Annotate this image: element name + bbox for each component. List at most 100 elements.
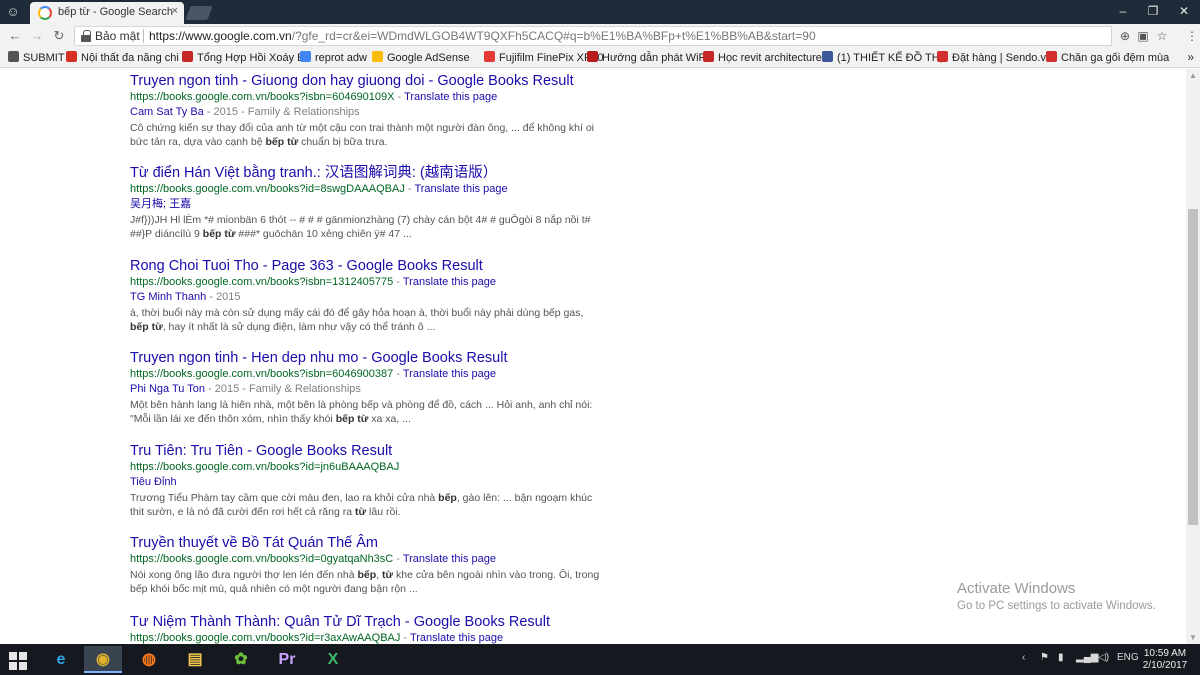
excel-icon[interactable]: X [314,646,352,673]
scroll-thumb[interactable] [1188,209,1198,525]
menu-icon[interactable]: ⋮ [1185,29,1199,43]
result-separator: - [393,553,403,565]
result-author-link[interactable]: TG Minh Thanh [130,291,206,303]
bookmark-item[interactable]: Học revit architecture [703,51,822,65]
tray-chevron-icon[interactable]: ‹ [1022,652,1025,663]
tab-close-icon[interactable]: × [172,5,178,17]
more-bookmarks-icon[interactable]: » [1187,50,1194,64]
location-icon[interactable]: ⊕ [1118,29,1132,43]
profile-icon[interactable]: ☺ [4,4,22,20]
firefox-icon[interactable]: ◍ [130,646,168,673]
translate-page-link[interactable]: Translate this page [403,553,496,565]
premiere-icon[interactable]: Pr [268,646,306,673]
secure-label: Bảo mật [95,29,140,43]
result-author-link[interactable]: Phi Nga Tu Ton [130,383,205,395]
bookmark-favicon-icon [66,51,77,62]
result-url: https://books.google.com.vn/books?id=jn6… [130,461,400,473]
bookmark-item[interactable]: SUBMIT [8,51,65,65]
bookmark-item[interactable]: Google AdSense [372,51,470,65]
result-snippet: Nói xong ông lão đưa người thợ len lén đ… [130,568,600,596]
result-url: https://books.google.com.vn/books?isbn=6… [130,91,395,103]
result-author-link[interactable]: 吴月梅; 王嘉 [130,198,191,210]
result-title-link[interactable]: Tư Niệm Thành Thành: Quân Tử Dĩ Trạch - … [130,613,610,631]
bookmark-label: Đặt hàng | Sendo.vn [952,52,1053,64]
translate-page-link[interactable]: Translate this page [414,183,507,195]
minimize-button[interactable]: – [1108,0,1138,22]
result-title-link[interactable]: Tru Tiên: Tru Tiên - Google Books Result [130,442,610,460]
scroll-down-icon[interactable]: ▼ [1189,633,1197,642]
bookmark-item[interactable]: (1) THIẾT KẾ ĐỒ THỊ [822,51,943,65]
language-indicator[interactable]: ENG [1117,652,1139,663]
network-icon[interactable]: ▂▄▆ [1076,652,1098,663]
bookmark-item[interactable]: Fujifilm FinePix XP90 [484,51,604,65]
result-meta-text: - 2015 - Family & Relationships [205,383,361,395]
result-snippet: à, thời buổi này mà còn sử dụng mấy cái … [130,306,600,334]
snippet-text: chuẩn bị bữa trưa. [298,136,388,148]
result-url: https://books.google.com.vn/books?id=0gy… [130,553,394,565]
translate-page-link[interactable]: Translate this page [403,276,496,288]
search-result: Truyen ngon tinh - Hen dep nhu mo - Goog… [130,349,610,426]
lock-icon [81,30,91,42]
bookmark-label: Chăn ga gối đệm mùa [1061,52,1170,64]
result-separator: - [393,368,403,380]
snippet-text: xa xa, ... [368,413,411,425]
address-url[interactable]: https://www.google.com.vn/?gfe_rd=cr&ei=… [149,29,816,43]
bookmark-item[interactable]: Tổng Hợp Hồi Xoáy E [182,51,305,65]
vertical-scrollbar[interactable]: ▲ ▼ [1186,69,1200,644]
bookmark-item[interactable]: reprot adw [300,51,367,65]
bookmark-item[interactable]: Hướng dẫn phát WiFi [587,51,708,65]
maximize-button[interactable]: ❐ [1138,0,1168,22]
bookmark-item[interactable]: Đặt hàng | Sendo.vn [937,51,1052,65]
snippet-text: , hay ít nhất là sử dụng điện, làm như v… [162,321,436,333]
url-divider [143,29,144,43]
clock-time: 10:59 AM [1143,648,1187,659]
scroll-up-icon[interactable]: ▲ [1189,71,1197,80]
result-url-line: https://books.google.com.vn/books?isbn=6… [130,90,610,105]
snippet-highlight: từ [355,506,367,518]
result-snippet: Trương Tiểu Phàm tay cầm que cời màu đen… [130,491,600,519]
result-title-link[interactable]: Rong Choi Tuoi Tho - Page 363 - Google B… [130,257,610,275]
new-tab-button[interactable] [185,6,213,20]
volume-icon[interactable]: ◁) [1098,652,1109,663]
back-arrow-icon[interactable]: ← [6,27,24,45]
reload-icon[interactable]: ↻ [50,27,68,45]
address-bar[interactable]: Bảo mật https://www.google.com.vn/?gfe_r… [74,26,1112,46]
forward-arrow-icon[interactable]: → [28,27,46,45]
bookmark-item[interactable]: Nội thất đa năng chi [66,51,179,65]
result-meta-text: - 2015 [206,291,241,303]
bookmarks-bar: SUBMIT Nội thất đa năng chi Tổng Hợp Hồi X… [0,48,1200,68]
translate-page-link[interactable]: Translate this page [404,91,497,103]
result-author-link[interactable]: Cam Sat Ty Ba [130,106,204,118]
activate-subtitle: Go to PC settings to activate Windows. [957,600,1156,612]
system-clock[interactable]: 10:59 AM 2/10/2017 [1140,648,1190,672]
result-url: https://books.google.com.vn/books?isbn=6… [130,368,394,380]
windows-start-icon[interactable] [0,644,36,675]
translate-page-link[interactable]: Translate this page [410,632,503,644]
chrome-icon[interactable]: ◉ [84,646,122,673]
tray-flag-icon[interactable]: ⚑ [1040,652,1049,663]
coccoc-icon[interactable]: ✿ [222,646,260,673]
result-title-link[interactable]: Truyền thuyết về Bồ Tát Quán Thế Âm [130,534,610,552]
translate-page-link[interactable]: Translate this page [403,368,496,380]
search-result: Tư Niệm Thành Thành: Quân Tử Dĩ Trạch - … [130,613,610,644]
result-url-line: https://books.google.com.vn/books?isbn=1… [130,275,610,290]
close-window-button[interactable]: ✕ [1168,0,1200,22]
bookmark-label: (1) THIẾT KẾ ĐỒ THỊ [837,52,943,64]
bookmark-item[interactable]: Chăn ga gối đệm mùa [1046,51,1169,65]
browser-tab-active[interactable]: bếp từ - Google Search × [30,2,184,24]
result-url: https://books.google.com.vn/books?isbn=1… [130,276,394,288]
result-title-link[interactable]: Truyen ngon tinh - Giuong don hay giuong… [130,72,610,90]
ie-icon[interactable]: e [42,646,80,673]
result-url-line: https://books.google.com.vn/books?id=0gy… [130,552,610,567]
translate-icon[interactable]: ▣ [1136,29,1150,43]
tray-device-icon[interactable]: ▮ [1058,652,1064,663]
file-explorer-icon[interactable]: ▤ [176,646,214,673]
result-title-link[interactable]: Từ điển Hán Việt bằng tranh.: 汉语图解词典: (越… [130,164,610,182]
result-separator: - [393,276,403,288]
result-author-link[interactable]: Tiêu Đỉnh [130,476,177,488]
result-meta: 吴月梅; 王嘉 [130,197,610,212]
snippet-text: ###* guōchän 10 xẻng chiên ÿ# 47 ... [235,228,412,240]
result-title-link[interactable]: Truyen ngon tinh - Hen dep nhu mo - Goog… [130,349,610,367]
star-icon[interactable]: ☆ [1155,29,1169,43]
result-meta: Cam Sat Ty Ba - 2015 - Family & Relation… [130,105,610,120]
